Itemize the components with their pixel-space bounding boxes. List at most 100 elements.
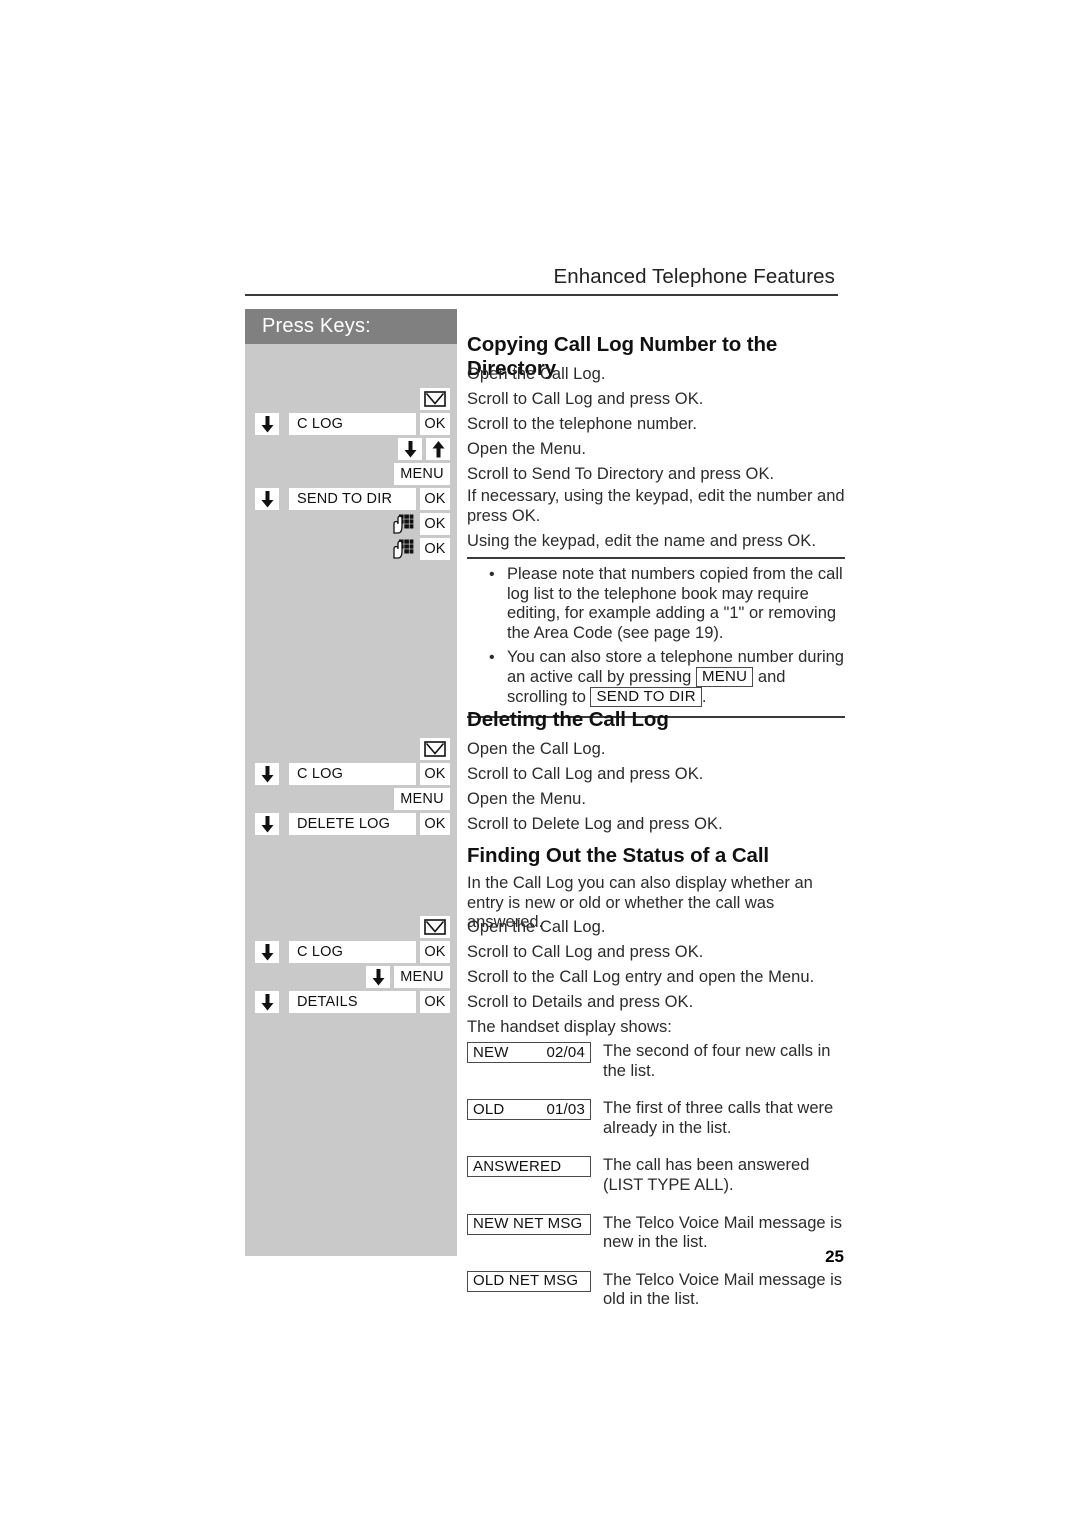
note-top-divider xyxy=(467,557,845,559)
keypad-hand-icon[interactable] xyxy=(390,538,416,560)
key-ok[interactable]: OK xyxy=(420,488,450,510)
display-label: ANSWERED xyxy=(473,1157,562,1175)
envelope-icon[interactable] xyxy=(420,738,450,760)
handset-display-old-net-msg: OLD NET MSG xyxy=(467,1270,591,1292)
key-ok[interactable]: OK xyxy=(420,413,450,435)
step-text-status-4: Scroll to Details and press OK. xyxy=(467,993,694,1011)
key-menu[interactable]: MENU xyxy=(394,788,450,810)
arrow-down-icon[interactable] xyxy=(255,813,279,835)
step-text-status-2: Scroll to Call Log and press OK. xyxy=(467,943,704,961)
key-ok[interactable]: OK xyxy=(420,813,450,835)
handset-display-answered: ANSWERED xyxy=(467,1156,591,1178)
key-ok[interactable]: OK xyxy=(420,941,450,963)
key-row-scroll-c-log-3: C LOG OK xyxy=(245,941,457,963)
key-row-scroll-c-log-1: C LOG OK xyxy=(245,413,457,435)
key-ok[interactable]: OK xyxy=(420,538,450,560)
display-label: OLD NET MSG xyxy=(473,1272,579,1290)
row-description: The first of three calls that were alrea… xyxy=(603,1099,834,1137)
row-description: The Telco Voice Mail message is old in t… xyxy=(603,1270,843,1309)
table-row: ANSWERED The call has been answered (LIS… xyxy=(467,1156,845,1195)
arrow-down-icon[interactable] xyxy=(255,991,279,1013)
key-ok[interactable]: OK xyxy=(420,991,450,1013)
page-number: 25 xyxy=(825,1247,844,1266)
handset-display-old: OLD 01/03 xyxy=(467,1099,591,1121)
table-row: NEW NET MSG The Telco Voice Mail message… xyxy=(467,1213,845,1253)
header-title: Enhanced Telephone Features xyxy=(553,265,835,288)
keypad-hand-icon[interactable] xyxy=(390,513,416,535)
key-row-open-call-log-2 xyxy=(245,738,457,760)
arrow-up-icon[interactable] xyxy=(426,438,450,460)
key-row-edit-name: OK xyxy=(245,538,457,560)
document-page: Enhanced Telephone Features Press Keys: xyxy=(0,0,1080,1528)
key-row-scroll-c-log-2: C LOG OK xyxy=(245,763,457,785)
step-text-copying-6: If necessary, using the keypad, edit the… xyxy=(467,487,845,525)
envelope-icon[interactable] xyxy=(420,388,450,410)
envelope-icon[interactable] xyxy=(420,916,450,938)
step-text-status-3: Scroll to the Call Log entry and open th… xyxy=(467,968,815,986)
key-label-delete-log[interactable]: DELETE LOG xyxy=(289,813,416,835)
note-block: • Please note that numbers copied from t… xyxy=(467,557,845,718)
table-row: OLD 01/03 The first of three calls that … xyxy=(467,1099,845,1138)
row-description: The Telco Voice Mail message is new in t… xyxy=(603,1213,843,1252)
section-title-status: Finding Out the Status of a Call xyxy=(467,844,770,867)
step-text-deleting-1: Open the Call Log. xyxy=(467,740,606,758)
key-label-c-log[interactable]: C LOG xyxy=(289,941,416,963)
key-row-open-menu-1: MENU xyxy=(245,463,457,485)
display-value: 02/04 xyxy=(546,1043,585,1061)
key-row-open-call-log-1 xyxy=(245,388,457,410)
handset-display-new-net-msg: NEW NET MSG xyxy=(467,1213,591,1235)
key-label-details[interactable]: DETAILS xyxy=(289,991,416,1013)
key-row-delete-log: DELETE LOG OK xyxy=(245,813,457,835)
step-text-copying-1: Open the Call Log. xyxy=(467,365,606,383)
step-text-deleting-2: Scroll to Call Log and press OK. xyxy=(467,765,704,783)
note-bullet-2-part1: You can also store a telephone number du… xyxy=(507,648,844,686)
note-bullet-2-part3: . xyxy=(701,687,707,706)
status-display-table: NEW 02/04 The second of four new calls i… xyxy=(467,1042,845,1313)
step-text-copying-2: Scroll to Call Log and press OK. xyxy=(467,390,704,408)
row-description: The second of four new calls in the list… xyxy=(603,1042,831,1080)
key-row-edit-number: OK xyxy=(245,513,457,535)
bullet-icon: • xyxy=(489,566,495,583)
bullet-icon: • xyxy=(489,649,495,667)
key-row-scroll-number xyxy=(245,438,457,460)
arrow-down-icon[interactable] xyxy=(255,488,279,510)
key-label-c-log[interactable]: C LOG xyxy=(289,413,416,435)
arrow-down-icon[interactable] xyxy=(255,941,279,963)
section-title-deleting: Deleting the Call Log xyxy=(467,708,669,731)
display-label: NEW NET MSG xyxy=(473,1215,583,1233)
step-text-status-1: Open the Call Log. xyxy=(467,918,606,936)
note-bullet-2: • You can also store a telephone number … xyxy=(467,648,845,708)
header-divider xyxy=(245,294,838,296)
table-row: NEW 02/04 The second of four new calls i… xyxy=(467,1042,845,1081)
arrow-down-icon[interactable] xyxy=(366,966,390,988)
inline-key-send-to-dir[interactable]: SEND TO DIR xyxy=(590,686,702,707)
step-text-copying-4: Open the Menu. xyxy=(467,440,587,458)
key-label-send-to-dir[interactable]: SEND TO DIR xyxy=(289,488,416,510)
key-ok[interactable]: OK xyxy=(420,763,450,785)
note-bullet-1-text: Please note that numbers copied from the… xyxy=(507,565,843,642)
step-text-copying-3: Scroll to the telephone number. xyxy=(467,415,697,433)
table-row: OLD NET MSG The Telco Voice Mail message… xyxy=(467,1270,845,1310)
note-bullet-1: • Please note that numbers copied from t… xyxy=(467,565,845,643)
display-value: 01/03 xyxy=(546,1100,585,1118)
arrow-down-icon[interactable] xyxy=(398,438,422,460)
key-ok[interactable]: OK xyxy=(420,513,450,535)
arrow-down-icon[interactable] xyxy=(255,413,279,435)
key-label-c-log[interactable]: C LOG xyxy=(289,763,416,785)
row-description: The call has been answered (LIST TYPE AL… xyxy=(603,1156,810,1194)
key-row-details: DETAILS OK xyxy=(245,991,457,1013)
key-row-open-menu-2: MENU xyxy=(245,788,457,810)
display-label: NEW xyxy=(473,1043,509,1061)
key-menu[interactable]: MENU xyxy=(394,463,450,485)
arrow-down-icon[interactable] xyxy=(255,763,279,785)
step-text-deleting-3: Open the Menu. xyxy=(467,790,587,808)
display-label: OLD xyxy=(473,1100,505,1118)
display-intro-text: The handset display shows: xyxy=(467,1018,672,1036)
key-row-scroll-entry-menu: MENU xyxy=(245,966,457,988)
inline-key-menu[interactable]: MENU xyxy=(695,666,754,687)
key-row-send-to-dir: SEND TO DIR OK xyxy=(245,488,457,510)
key-menu[interactable]: MENU xyxy=(394,966,450,988)
key-row-open-call-log-3 xyxy=(245,916,457,938)
page-header: Enhanced Telephone Features xyxy=(245,265,838,296)
handset-display-new: NEW 02/04 xyxy=(467,1042,591,1063)
